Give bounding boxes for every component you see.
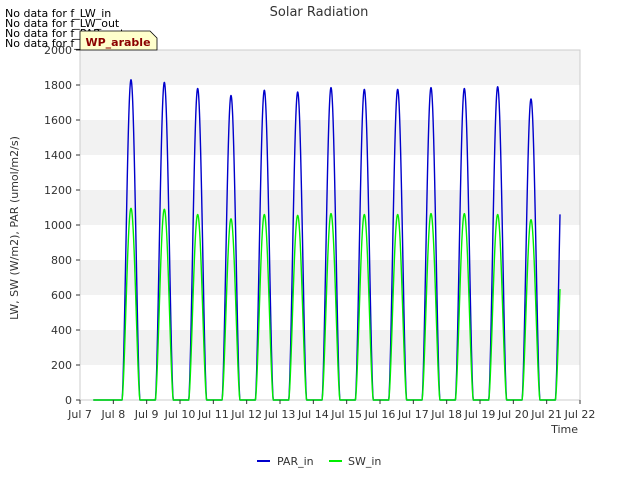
chart-title: Solar Radiation (270, 5, 369, 20)
x-tick-label: Jul 19 (464, 408, 496, 421)
x-tick-label: Jul 15 (330, 408, 362, 421)
x-tick-label: Jul 7 (67, 408, 92, 421)
x-tick-label: Jul 20 (497, 408, 529, 421)
x-tick-label: Jul 11 (197, 408, 229, 421)
x-tick-label: Jul 8 (100, 408, 125, 421)
legend-label-sw-in: SW_in (348, 455, 381, 468)
y-axis-label: LW, SW (W/m2), PAR (umol/m2/s) (8, 136, 21, 320)
x-axis-label: Time (550, 423, 578, 436)
x-tick-label: Jul 13 (264, 408, 296, 421)
badge-label: WP_arable (85, 36, 150, 49)
x-tick-label: Jul 14 (297, 408, 329, 421)
y-tick-label: 1200 (44, 184, 72, 197)
badge: WP_arable (79, 30, 158, 51)
y-tick-label: 2000 (44, 44, 72, 57)
grid-band (80, 260, 580, 295)
x-axis-ticks: Jul 7 Jul 8 Jul 9 Jul 10 Jul 11 Jul 12 Jul 13 J… (67, 400, 595, 421)
grid-band (80, 50, 580, 85)
y-axis-ticks: 0 200 400 600 800 1000 1200 1400 1600 1800 2000 (44, 44, 80, 407)
x-tick-label: Jul 21 (530, 408, 562, 421)
x-tick-label: Jul 17 (397, 408, 429, 421)
x-tick-label: Jul 12 (230, 408, 262, 421)
y-tick-label: 1400 (44, 149, 72, 162)
y-tick-label: 400 (51, 324, 72, 337)
x-tick-label: Jul 10 (164, 408, 196, 421)
grid-band (80, 120, 580, 155)
y-tick-label: 0 (65, 394, 72, 407)
x-tick-label: Jul 16 (364, 408, 396, 421)
x-tick-label: Jul 9 (134, 408, 159, 421)
solar-radiation-chart: 0 200 400 600 800 1000 1200 1400 1600 1800 2000 Ju… (8, 5, 595, 468)
y-tick-label: 1600 (44, 114, 72, 127)
y-tick-label: 600 (51, 289, 72, 302)
y-tick-label: 200 (51, 359, 72, 372)
x-tick-label: Jul 22 (564, 408, 596, 421)
y-tick-label: 1800 (44, 79, 72, 92)
x-tick-label: Jul 18 (430, 408, 462, 421)
y-tick-label: 800 (51, 254, 72, 267)
legend: PAR_in SW_in (257, 455, 381, 468)
y-tick-label: 1000 (44, 219, 72, 232)
legend-label-par-in: PAR_in (277, 455, 314, 468)
